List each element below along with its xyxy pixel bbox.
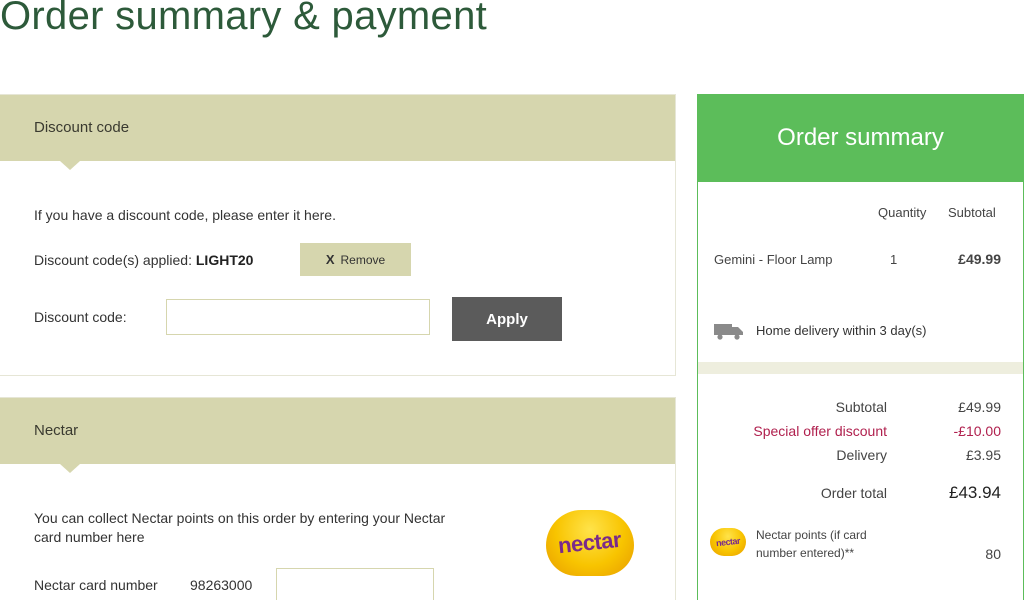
nectar-small-logo: nectar (710, 528, 746, 556)
nectar-intro-line1: You can collect Nectar points on this or… (34, 510, 446, 526)
order-summary-title: Order summary (777, 124, 944, 151)
nectar-points-value: 80 (985, 546, 1001, 562)
special-offer-discount-value: -£10.00 (953, 423, 1001, 439)
delivery-note: Home delivery within 3 day(s) (756, 323, 927, 338)
header-notch (60, 464, 80, 473)
discount-panel-title: Discount code (34, 119, 130, 136)
apply-discount-button[interactable]: Apply (452, 297, 562, 341)
nectar-panel: Nectar You can collect Nectar points on … (0, 397, 676, 600)
discount-code-input[interactable] (166, 299, 430, 335)
remove-discount-button[interactable]: X Remove (300, 243, 411, 276)
nectar-panel-title: Nectar (34, 422, 79, 439)
summary-separator (698, 362, 1023, 374)
header-notch (60, 161, 80, 170)
nectar-intro-line2: card number here (34, 529, 145, 545)
item-price: £49.99 (958, 251, 1001, 267)
nectar-logo-text: nectar (557, 526, 623, 559)
order-total-value: £43.94 (949, 483, 1001, 502)
discount-applied-label: Discount code(s) applied: (34, 252, 192, 268)
order-summary-header: Order summary (698, 94, 1023, 182)
discount-intro-text: If you have a discount code, please ente… (34, 207, 336, 223)
delivery-truck-icon (714, 324, 743, 340)
nectar-points-label-line2: number entered)** (756, 546, 855, 560)
discount-panel-header: Discount code (0, 95, 675, 170)
item-quantity: 1 (890, 252, 898, 267)
item-name: Gemini - Floor Lamp (714, 252, 833, 267)
nectar-card-prefix: 98263000 (190, 577, 253, 593)
col-quantity-header: Quantity (878, 205, 927, 220)
order-total-label: Order total (820, 485, 887, 501)
discount-applied-row: Discount code(s) applied: LIGHT20 (34, 252, 253, 268)
delivery-label: Delivery (836, 447, 887, 463)
subtotal-value: £49.99 (958, 399, 1001, 415)
subtotal-label: Subtotal (835, 399, 887, 415)
discount-panel: Discount code If you have a discount cod… (0, 94, 676, 376)
order-summary-panel: Order summary Quantity Subtotal Gemini -… (697, 94, 1024, 600)
col-subtotal-header: Subtotal (948, 205, 996, 220)
delivery-value: £3.95 (965, 447, 1001, 463)
nectar-logo: nectar (546, 510, 634, 576)
nectar-card-input[interactable] (276, 568, 434, 600)
special-offer-discount-label: Special offer discount (753, 423, 887, 439)
remove-x-icon: X (325, 252, 335, 267)
nectar-card-label: Nectar card number (34, 577, 158, 593)
discount-code-label: Discount code: (34, 309, 127, 325)
nectar-panel-header: Nectar (0, 398, 675, 473)
remove-button-label: Remove (340, 252, 386, 267)
page-title: Order summary & payment (0, 0, 488, 38)
nectar-points-label-line1: Nectar points (if card (756, 528, 867, 542)
nectar-small-logo-text: nectar (715, 535, 741, 549)
discount-applied-code: LIGHT20 (195, 252, 254, 268)
